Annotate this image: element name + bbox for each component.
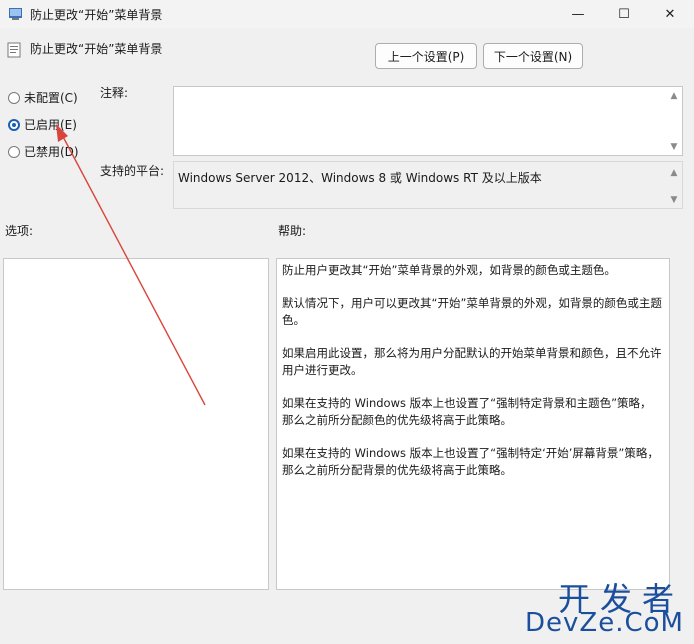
- annotation-arrow: [56, 124, 206, 406]
- watermark-bottom: DevZe.CoM: [525, 608, 684, 638]
